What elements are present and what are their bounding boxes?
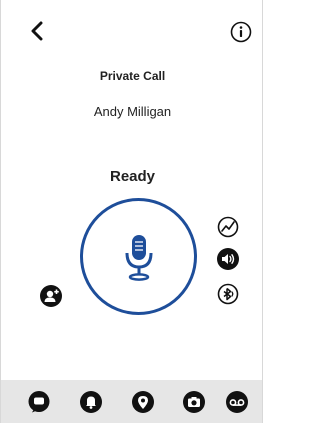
chat-icon	[28, 391, 50, 413]
info-icon	[230, 21, 252, 43]
push-to-talk-button[interactable]	[80, 198, 197, 315]
alert-icon	[80, 391, 102, 413]
signal-button[interactable]	[217, 216, 239, 238]
call-type-label: Private Call	[99, 69, 166, 83]
bluetooth-audio-icon	[217, 283, 239, 305]
tab-chat[interactable]	[27, 390, 51, 414]
private-call-screen: Private Call Andy Milligan Ready	[0, 0, 263, 423]
speaker-button[interactable]	[217, 248, 239, 270]
add-user-button[interactable]	[40, 285, 62, 307]
voicemail-icon	[226, 391, 248, 413]
tab-location[interactable]	[131, 390, 155, 414]
speaker-icon	[217, 248, 239, 270]
signal-icon	[217, 216, 239, 238]
add-user-icon	[40, 285, 62, 307]
tab-voicemail[interactable]	[225, 390, 249, 414]
bottom-tab-bar	[1, 380, 262, 423]
tab-camera[interactable]	[182, 390, 206, 414]
camera-icon	[183, 391, 205, 413]
contact-name: Andy Milligan	[93, 104, 172, 119]
location-icon	[132, 391, 154, 413]
call-status: Ready	[109, 168, 156, 185]
tab-alert[interactable]	[79, 390, 103, 414]
back-button[interactable]	[27, 20, 47, 42]
bluetooth-audio-button[interactable]	[217, 283, 239, 305]
chevron-left-icon	[31, 21, 43, 41]
microphone-icon	[125, 234, 152, 281]
info-button[interactable]	[230, 21, 252, 43]
